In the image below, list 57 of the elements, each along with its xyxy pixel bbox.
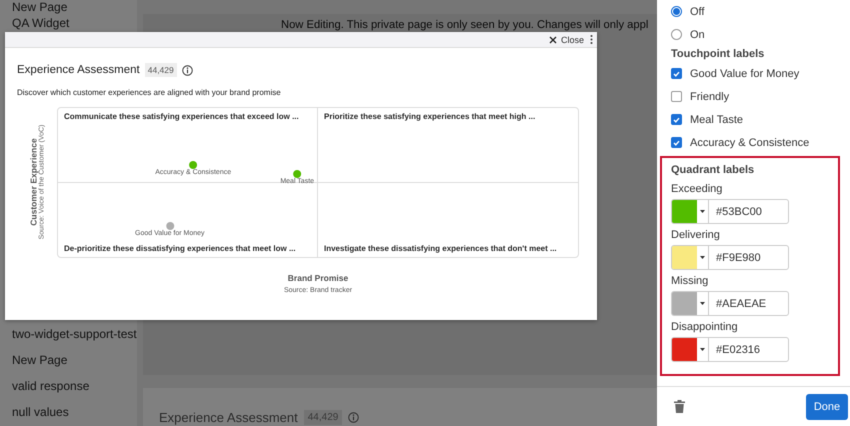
widget-title: Experience Assessment [159, 410, 298, 424]
quadrant-label: Investigate these dissatisfying experiences that don't meet ... [324, 244, 557, 253]
widget-description: Discover which customer experiences are aligned with your brand promise [17, 88, 282, 97]
checkbox[interactable] [671, 114, 682, 125]
radio-button[interactable] [671, 6, 682, 17]
count-badge: 44,429 [304, 410, 342, 424]
trash-icon[interactable] [674, 400, 685, 413]
hex-value: #AEAEAE [715, 296, 766, 312]
radio-button[interactable] [671, 29, 682, 40]
sidebar-item[interactable]: New Page [12, 353, 137, 368]
more-icon[interactable] [590, 35, 593, 44]
widget-title: Experience Assessment [17, 64, 140, 76]
checkbox[interactable] [671, 91, 682, 102]
banner-text: Now Editing. This private page is only seen by you. Changes will only appl [281, 18, 648, 32]
checkbox-label: Friendly [690, 90, 730, 102]
done-button[interactable]: Done [806, 394, 848, 420]
sidebar-item[interactable]: New Page [12, 0, 137, 15]
sidebar-item[interactable]: QA Widget [12, 16, 137, 31]
color-picker[interactable]: #53BC00 [671, 199, 789, 224]
sidebar-item[interactable]: two-widget-support-test [12, 327, 137, 342]
checkbox-label: Accuracy & Consistence [690, 136, 810, 148]
quadrant-label: Communicate these satisfying experiences that exceed low ... [64, 112, 299, 121]
checkbox[interactable] [671, 68, 682, 79]
color-label: Exceeding [671, 183, 724, 195]
sidebar-item[interactable]: null values [12, 405, 137, 420]
caret-icon [700, 210, 705, 213]
radio-label: Off [690, 6, 704, 18]
caret-icon [700, 256, 705, 259]
color-label: Missing [671, 275, 710, 287]
hex-value: #53BC00 [715, 204, 762, 220]
info-icon[interactable] [182, 64, 193, 76]
checkmark-icon [673, 116, 680, 122]
hex-value: #F9E980 [715, 250, 761, 266]
quadrant-label: De-prioritize these dissatisfying experiences that meet low ... [64, 244, 296, 253]
caret-icon [700, 302, 705, 305]
axis-title: Brand Promise [288, 273, 348, 283]
checkbox-label: Meal Taste [690, 114, 743, 126]
color-label: Delivering [671, 229, 721, 241]
color-picker[interactable]: #F9E980 [671, 245, 789, 270]
checkbox-label: Good Value for Money [690, 68, 800, 80]
hex-value: #E02316 [715, 342, 760, 358]
axis-title: Customer Experience [28, 138, 38, 226]
checkmark-icon [673, 70, 680, 76]
section-heading: Quadrant labels [671, 164, 756, 176]
close-icon [548, 36, 557, 44]
sidebar-item[interactable]: valid response [12, 379, 137, 394]
color-picker[interactable]: #AEAEAE [671, 291, 789, 316]
quadrant-label: Prioritize these satisfying experiences that meet high ... [324, 112, 536, 121]
color-label: Disappointing [671, 321, 739, 333]
caret-icon [700, 348, 705, 351]
color-picker[interactable]: #E02316 [671, 337, 789, 362]
close-button[interactable]: Close [548, 34, 584, 44]
section-heading: Touchpoint labels [671, 48, 766, 60]
radio-label: On [690, 28, 705, 40]
checkmark-icon [673, 140, 680, 146]
checkbox[interactable] [671, 137, 682, 148]
count-badge: 44,429 [144, 63, 177, 77]
